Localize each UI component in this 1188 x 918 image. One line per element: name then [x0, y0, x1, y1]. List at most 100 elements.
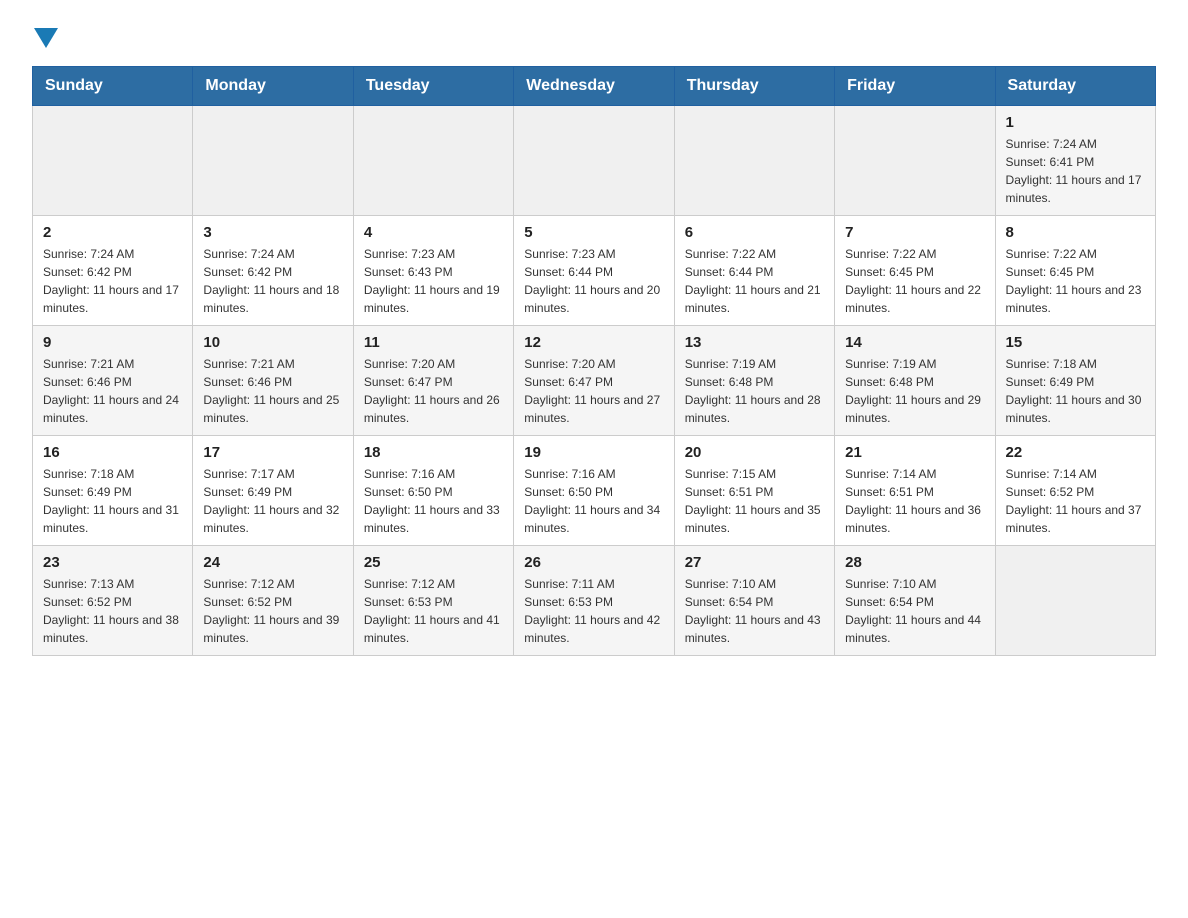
calendar-cell: 15 Sunrise: 7:18 AMSunset: 6:49 PMDayligh…	[995, 326, 1155, 436]
day-info: Sunrise: 7:14 AMSunset: 6:52 PMDaylight:…	[1006, 467, 1142, 535]
calendar-cell	[995, 546, 1155, 656]
day-number: 10	[203, 334, 342, 351]
day-info: Sunrise: 7:18 AMSunset: 6:49 PMDaylight:…	[1006, 357, 1142, 425]
day-number: 25	[364, 554, 503, 571]
day-number: 28	[845, 554, 984, 571]
calendar-cell: 13 Sunrise: 7:19 AMSunset: 6:48 PMDayligh…	[674, 326, 834, 436]
calendar-cell: 7 Sunrise: 7:22 AMSunset: 6:45 PMDaylight…	[835, 216, 995, 326]
day-number: 14	[845, 334, 984, 351]
day-info: Sunrise: 7:10 AMSunset: 6:54 PMDaylight:…	[685, 577, 821, 645]
day-number: 15	[1006, 334, 1145, 351]
day-number: 27	[685, 554, 824, 571]
calendar-cell: 2 Sunrise: 7:24 AMSunset: 6:42 PMDaylight…	[33, 216, 193, 326]
weekday-header-thursday: Thursday	[674, 67, 834, 106]
page-header	[32, 24, 1156, 46]
calendar-cell: 18 Sunrise: 7:16 AMSunset: 6:50 PMDayligh…	[353, 436, 513, 546]
calendar-cell: 19 Sunrise: 7:16 AMSunset: 6:50 PMDayligh…	[514, 436, 674, 546]
calendar-cell: 28 Sunrise: 7:10 AMSunset: 6:54 PMDayligh…	[835, 546, 995, 656]
logo	[32, 24, 58, 46]
calendar-cell: 20 Sunrise: 7:15 AMSunset: 6:51 PMDayligh…	[674, 436, 834, 546]
day-info: Sunrise: 7:11 AMSunset: 6:53 PMDaylight:…	[524, 577, 660, 645]
calendar-table: SundayMondayTuesdayWednesdayThursdayFrid…	[32, 66, 1156, 656]
day-info: Sunrise: 7:20 AMSunset: 6:47 PMDaylight:…	[364, 357, 500, 425]
day-number: 8	[1006, 224, 1145, 241]
calendar-cell: 27 Sunrise: 7:10 AMSunset: 6:54 PMDayligh…	[674, 546, 834, 656]
day-number: 23	[43, 554, 182, 571]
calendar-cell: 3 Sunrise: 7:24 AMSunset: 6:42 PMDaylight…	[193, 216, 353, 326]
day-number: 17	[203, 444, 342, 461]
day-number: 19	[524, 444, 663, 461]
day-number: 21	[845, 444, 984, 461]
calendar-cell: 9 Sunrise: 7:21 AMSunset: 6:46 PMDaylight…	[33, 326, 193, 436]
calendar-cell: 5 Sunrise: 7:23 AMSunset: 6:44 PMDaylight…	[514, 216, 674, 326]
week-row-2: 2 Sunrise: 7:24 AMSunset: 6:42 PMDaylight…	[33, 216, 1156, 326]
calendar-cell: 22Sunrise: 7:14 AMSunset: 6:52 PMDayligh…	[995, 436, 1155, 546]
logo-triangle-icon	[34, 28, 58, 48]
day-number: 20	[685, 444, 824, 461]
calendar-cell	[193, 106, 353, 216]
day-number: 13	[685, 334, 824, 351]
day-info: Sunrise: 7:13 AMSunset: 6:52 PMDaylight:…	[43, 577, 179, 645]
week-row-1: 1 Sunrise: 7:24 AMSunset: 6:41 PMDaylight…	[33, 106, 1156, 216]
day-number: 3	[203, 224, 342, 241]
day-info: Sunrise: 7:24 AMSunset: 6:42 PMDaylight:…	[43, 247, 179, 315]
day-info: Sunrise: 7:16 AMSunset: 6:50 PMDaylight:…	[524, 467, 660, 535]
day-info: Sunrise: 7:22 AMSunset: 6:45 PMDaylight:…	[1006, 247, 1142, 315]
calendar-cell: 17 Sunrise: 7:17 AMSunset: 6:49 PMDayligh…	[193, 436, 353, 546]
week-row-3: 9 Sunrise: 7:21 AMSunset: 6:46 PMDaylight…	[33, 326, 1156, 436]
calendar-cell	[514, 106, 674, 216]
calendar-cell	[33, 106, 193, 216]
weekday-header-monday: Monday	[193, 67, 353, 106]
calendar-cell: 12 Sunrise: 7:20 AMSunset: 6:47 PMDayligh…	[514, 326, 674, 436]
day-number: 5	[524, 224, 663, 241]
weekday-header-saturday: Saturday	[995, 67, 1155, 106]
day-info: Sunrise: 7:24 AMSunset: 6:42 PMDaylight:…	[203, 247, 339, 315]
day-number: 11	[364, 334, 503, 351]
day-number: 24	[203, 554, 342, 571]
day-number: 6	[685, 224, 824, 241]
calendar-cell: 1 Sunrise: 7:24 AMSunset: 6:41 PMDaylight…	[995, 106, 1155, 216]
calendar-cell	[835, 106, 995, 216]
day-info: Sunrise: 7:12 AMSunset: 6:53 PMDaylight:…	[364, 577, 500, 645]
calendar-cell: 21Sunrise: 7:14 AMSunset: 6:51 PMDayligh…	[835, 436, 995, 546]
calendar-cell: 26 Sunrise: 7:11 AMSunset: 6:53 PMDayligh…	[514, 546, 674, 656]
week-row-5: 23 Sunrise: 7:13 AMSunset: 6:52 PMDayligh…	[33, 546, 1156, 656]
week-row-4: 16 Sunrise: 7:18 AMSunset: 6:49 PMDayligh…	[33, 436, 1156, 546]
calendar-cell: 11 Sunrise: 7:20 AMSunset: 6:47 PMDayligh…	[353, 326, 513, 436]
calendar-cell: 25 Sunrise: 7:12 AMSunset: 6:53 PMDayligh…	[353, 546, 513, 656]
day-number: 4	[364, 224, 503, 241]
day-info: Sunrise: 7:17 AMSunset: 6:49 PMDaylight:…	[203, 467, 339, 535]
weekday-header-row: SundayMondayTuesdayWednesdayThursdayFrid…	[33, 67, 1156, 106]
calendar-cell: 14 Sunrise: 7:19 AMSunset: 6:48 PMDayligh…	[835, 326, 995, 436]
day-info: Sunrise: 7:16 AMSunset: 6:50 PMDaylight:…	[364, 467, 500, 535]
day-number: 12	[524, 334, 663, 351]
day-info: Sunrise: 7:19 AMSunset: 6:48 PMDaylight:…	[845, 357, 981, 425]
day-info: Sunrise: 7:22 AMSunset: 6:44 PMDaylight:…	[685, 247, 821, 315]
day-number: 9	[43, 334, 182, 351]
day-number: 1	[1006, 114, 1145, 131]
calendar-cell: 24 Sunrise: 7:12 AMSunset: 6:52 PMDayligh…	[193, 546, 353, 656]
day-info: Sunrise: 7:10 AMSunset: 6:54 PMDaylight:…	[845, 577, 981, 645]
weekday-header-sunday: Sunday	[33, 67, 193, 106]
day-info: Sunrise: 7:15 AMSunset: 6:51 PMDaylight:…	[685, 467, 821, 535]
day-info: Sunrise: 7:22 AMSunset: 6:45 PMDaylight:…	[845, 247, 981, 315]
day-number: 2	[43, 224, 182, 241]
calendar-cell	[674, 106, 834, 216]
day-info: Sunrise: 7:19 AMSunset: 6:48 PMDaylight:…	[685, 357, 821, 425]
calendar-cell: 4Sunrise: 7:23 AMSunset: 6:43 PMDaylight…	[353, 216, 513, 326]
day-info: Sunrise: 7:21 AMSunset: 6:46 PMDaylight:…	[43, 357, 179, 425]
day-info: Sunrise: 7:20 AMSunset: 6:47 PMDaylight:…	[524, 357, 660, 425]
day-info: Sunrise: 7:21 AMSunset: 6:46 PMDaylight:…	[203, 357, 339, 425]
day-info: Sunrise: 7:12 AMSunset: 6:52 PMDaylight:…	[203, 577, 339, 645]
day-number: 26	[524, 554, 663, 571]
calendar-cell: 23 Sunrise: 7:13 AMSunset: 6:52 PMDayligh…	[33, 546, 193, 656]
day-number: 18	[364, 444, 503, 461]
weekday-header-wednesday: Wednesday	[514, 67, 674, 106]
day-info: Sunrise: 7:18 AMSunset: 6:49 PMDaylight:…	[43, 467, 179, 535]
weekday-header-friday: Friday	[835, 67, 995, 106]
day-info: Sunrise: 7:24 AMSunset: 6:41 PMDaylight:…	[1006, 137, 1142, 205]
day-number: 16	[43, 444, 182, 461]
calendar-cell	[353, 106, 513, 216]
day-number: 7	[845, 224, 984, 241]
day-info: Sunrise: 7:23 AMSunset: 6:44 PMDaylight:…	[524, 247, 660, 315]
